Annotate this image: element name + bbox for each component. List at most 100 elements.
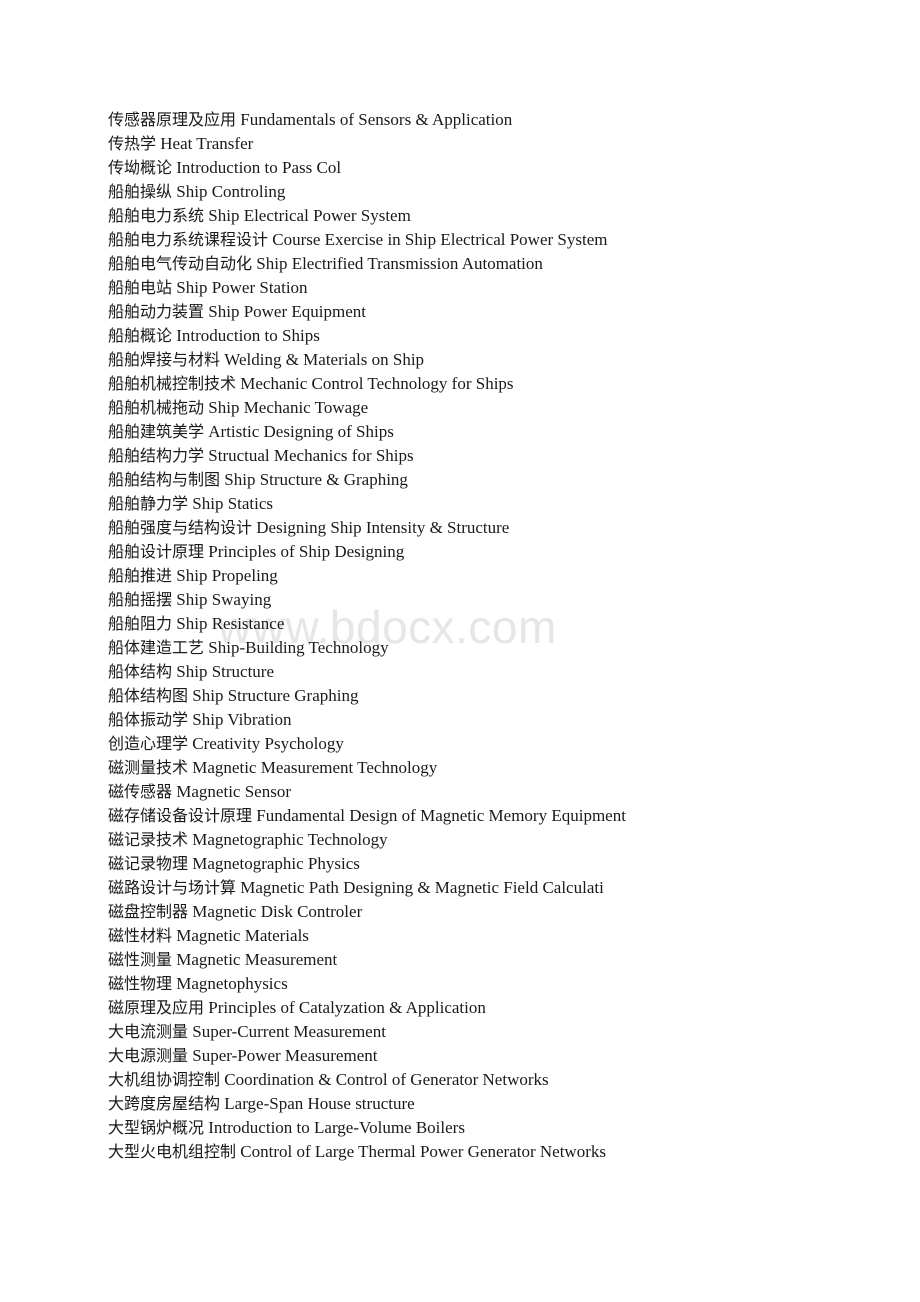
glossary-entry-term-zh: 船体振动学 (108, 710, 189, 729)
glossary-entry: 船体结构图 Ship Structure Graphing (108, 684, 898, 708)
glossary-entry-term-en: Ship Controling (176, 182, 286, 201)
glossary-entry-term-en: Introduction to Large-Volume Boilers (208, 1118, 465, 1137)
glossary-entry-term-en: Ship Structure (176, 662, 275, 681)
glossary-entry-term-zh: 传热学 (108, 134, 157, 153)
glossary-entry-term-zh: 船舶静力学 (108, 494, 189, 513)
glossary-entry-term-zh: 船体结构图 (108, 686, 189, 705)
glossary-entry: 磁盘控制器 Magnetic Disk Controler (108, 900, 898, 924)
glossary-entry-term-en: Ship Propeling (176, 566, 278, 585)
glossary-list: 传感器原理及应用 Fundamentals of Sensors & Appli… (108, 108, 898, 1164)
glossary-entry: 船舶电力系统 Ship Electrical Power System (108, 204, 898, 228)
glossary-entry-term-zh: 磁测量技术 (108, 758, 189, 777)
glossary-entry: 传热学 Heat Transfer (108, 132, 898, 156)
glossary-entry: 船舶概论 Introduction to Ships (108, 324, 898, 348)
glossary-entry-term-zh: 磁记录物理 (108, 854, 189, 873)
glossary-entry: 船舶机械拖动 Ship Mechanic Towage (108, 396, 898, 420)
glossary-entry-term-zh: 大型锅炉概况 (108, 1118, 205, 1137)
glossary-entry-term-en: Control of Large Thermal Power Generator… (240, 1142, 606, 1161)
glossary-entry-term-en: Magnetographic Technology (192, 830, 388, 849)
glossary-entry-term-en: Designing Ship Intensity & Structure (256, 518, 510, 537)
glossary-entry-term-zh: 船舶操纵 (108, 182, 173, 201)
glossary-entry-term-en: Course Exercise in Ship Electrical Power… (272, 230, 608, 249)
glossary-entry-term-zh: 磁路设计与场计算 (108, 878, 237, 897)
glossary-entry: 船舶设计原理 Principles of Ship Designing (108, 540, 898, 564)
glossary-entry-term-zh: 船舶电力系统课程设计 (108, 230, 269, 249)
glossary-entry-term-en: Ship Swaying (176, 590, 272, 609)
glossary-entry-term-zh: 传感器原理及应用 (108, 110, 237, 129)
glossary-entry-term-zh: 船舶动力装置 (108, 302, 205, 321)
glossary-entry-term-zh: 船舶结构力学 (108, 446, 205, 465)
glossary-entry-term-zh: 船舶推进 (108, 566, 173, 585)
glossary-entry-term-en: Ship-Building Technology (208, 638, 389, 657)
glossary-entry: 大跨度房屋结构 Large-Span House structure (108, 1092, 898, 1116)
glossary-entry-term-zh: 船舶焊接与材料 (108, 350, 221, 369)
glossary-entry-term-en: Ship Resistance (176, 614, 285, 633)
glossary-entry-term-zh: 磁原理及应用 (108, 998, 205, 1017)
glossary-entry: 大机组协调控制 Coordination & Control of Genera… (108, 1068, 898, 1092)
glossary-entry: 船舶结构与制图 Ship Structure & Graphing (108, 468, 898, 492)
glossary-entry: 磁记录技术 Magnetographic Technology (108, 828, 898, 852)
glossary-entry: 磁原理及应用 Principles of Catalyzation & Appl… (108, 996, 898, 1020)
glossary-entry-term-zh: 船舶机械控制技术 (108, 374, 237, 393)
glossary-entry-term-zh: 磁传感器 (108, 782, 173, 801)
glossary-entry-term-zh: 船舶摇摆 (108, 590, 173, 609)
glossary-entry: 磁路设计与场计算 Magnetic Path Designing & Magne… (108, 876, 898, 900)
glossary-entry: 磁传感器 Magnetic Sensor (108, 780, 898, 804)
glossary-entry: 船舶机械控制技术 Mechanic Control Technology for… (108, 372, 898, 396)
glossary-entry-term-en: Magnetic Disk Controler (192, 902, 363, 921)
glossary-entry-term-en: Magnetographic Physics (192, 854, 360, 873)
glossary-entry-term-zh: 大电流测量 (108, 1022, 189, 1041)
glossary-entry: 船舶电气传动自动化 Ship Electrified Transmission … (108, 252, 898, 276)
glossary-entry-term-en: Heat Transfer (160, 134, 254, 153)
glossary-entry: 船舶摇摆 Ship Swaying (108, 588, 898, 612)
glossary-entry: 大电源测量 Super-Power Measurement (108, 1044, 898, 1068)
glossary-entry-term-en: Introduction to Pass Col (176, 158, 342, 177)
glossary-entry-term-zh: 大型火电机组控制 (108, 1142, 237, 1161)
glossary-entry-term-en: Magnetophysics (176, 974, 288, 993)
glossary-entry-term-en: Ship Power Station (176, 278, 308, 297)
glossary-entry-term-zh: 船体建造工艺 (108, 638, 205, 657)
glossary-entry: 传感器原理及应用 Fundamentals of Sensors & Appli… (108, 108, 898, 132)
glossary-entry: 船舶静力学 Ship Statics (108, 492, 898, 516)
glossary-entry-term-zh: 磁存储设备设计原理 (108, 806, 253, 825)
glossary-entry: 船舶焊接与材料 Welding & Materials on Ship (108, 348, 898, 372)
glossary-entry: 磁测量技术 Magnetic Measurement Technology (108, 756, 898, 780)
glossary-entry-term-en: Ship Electrified Transmission Automation (256, 254, 543, 273)
glossary-entry: 船舶电力系统课程设计 Course Exercise in Ship Elect… (108, 228, 898, 252)
glossary-entry-term-zh: 船体结构 (108, 662, 173, 681)
glossary-entry-term-en: Fundamentals of Sensors & Application (240, 110, 513, 129)
glossary-entry-term-en: Artistic Designing of Ships (208, 422, 394, 441)
glossary-entry-term-en: Fundamental Design of Magnetic Memory Eq… (256, 806, 626, 825)
glossary-entry-term-zh: 传坳概论 (108, 158, 173, 177)
glossary-entry-term-zh: 磁性物理 (108, 974, 173, 993)
glossary-entry-term-en: Ship Power Equipment (208, 302, 366, 321)
glossary-entry-term-en: Structual Mechanics for Ships (208, 446, 414, 465)
glossary-entry: 大型锅炉概况 Introduction to Large-Volume Boil… (108, 1116, 898, 1140)
glossary-entry-term-zh: 船舶电站 (108, 278, 173, 297)
glossary-entry: 船舶阻力 Ship Resistance (108, 612, 898, 636)
glossary-entry-term-en: Mechanic Control Technology for Ships (240, 374, 514, 393)
glossary-entry-term-en: Ship Vibration (192, 710, 292, 729)
glossary-entry-term-zh: 大电源测量 (108, 1046, 189, 1065)
glossary-entry: 磁性测量 Magnetic Measurement (108, 948, 898, 972)
glossary-entry: 船舶建筑美学 Artistic Designing of Ships (108, 420, 898, 444)
glossary-entry: 创造心理学 Creativity Psychology (108, 732, 898, 756)
glossary-entry-term-en: Welding & Materials on Ship (224, 350, 425, 369)
glossary-entry: 传坳概论 Introduction to Pass Col (108, 156, 898, 180)
glossary-entry-term-en: Magnetic Path Designing & Magnetic Field… (240, 878, 604, 897)
glossary-entry-term-zh: 船舶机械拖动 (108, 398, 205, 417)
glossary-entry-term-en: Ship Electrical Power System (208, 206, 411, 225)
glossary-entry-term-zh: 磁性材料 (108, 926, 173, 945)
glossary-entry-term-en: Magnetic Materials (176, 926, 309, 945)
glossary-entry: 船体振动学 Ship Vibration (108, 708, 898, 732)
glossary-entry-term-en: Magnetic Measurement Technology (192, 758, 438, 777)
glossary-entry: 船体建造工艺 Ship-Building Technology (108, 636, 898, 660)
glossary-entry-term-en: Super-Current Measurement (192, 1022, 386, 1041)
glossary-entry-term-en: Principles of Catalyzation & Application (208, 998, 486, 1017)
glossary-entry: 磁存储设备设计原理 Fundamental Design of Magnetic… (108, 804, 898, 828)
glossary-entry-term-zh: 船舶电气传动自动化 (108, 254, 253, 273)
glossary-entry-term-en: Ship Structure & Graphing (224, 470, 408, 489)
glossary-entry: 船舶推进 Ship Propeling (108, 564, 898, 588)
glossary-entry-term-en: Coordination & Control of Generator Netw… (224, 1070, 549, 1089)
glossary-entry-term-en: Magnetic Sensor (176, 782, 291, 801)
